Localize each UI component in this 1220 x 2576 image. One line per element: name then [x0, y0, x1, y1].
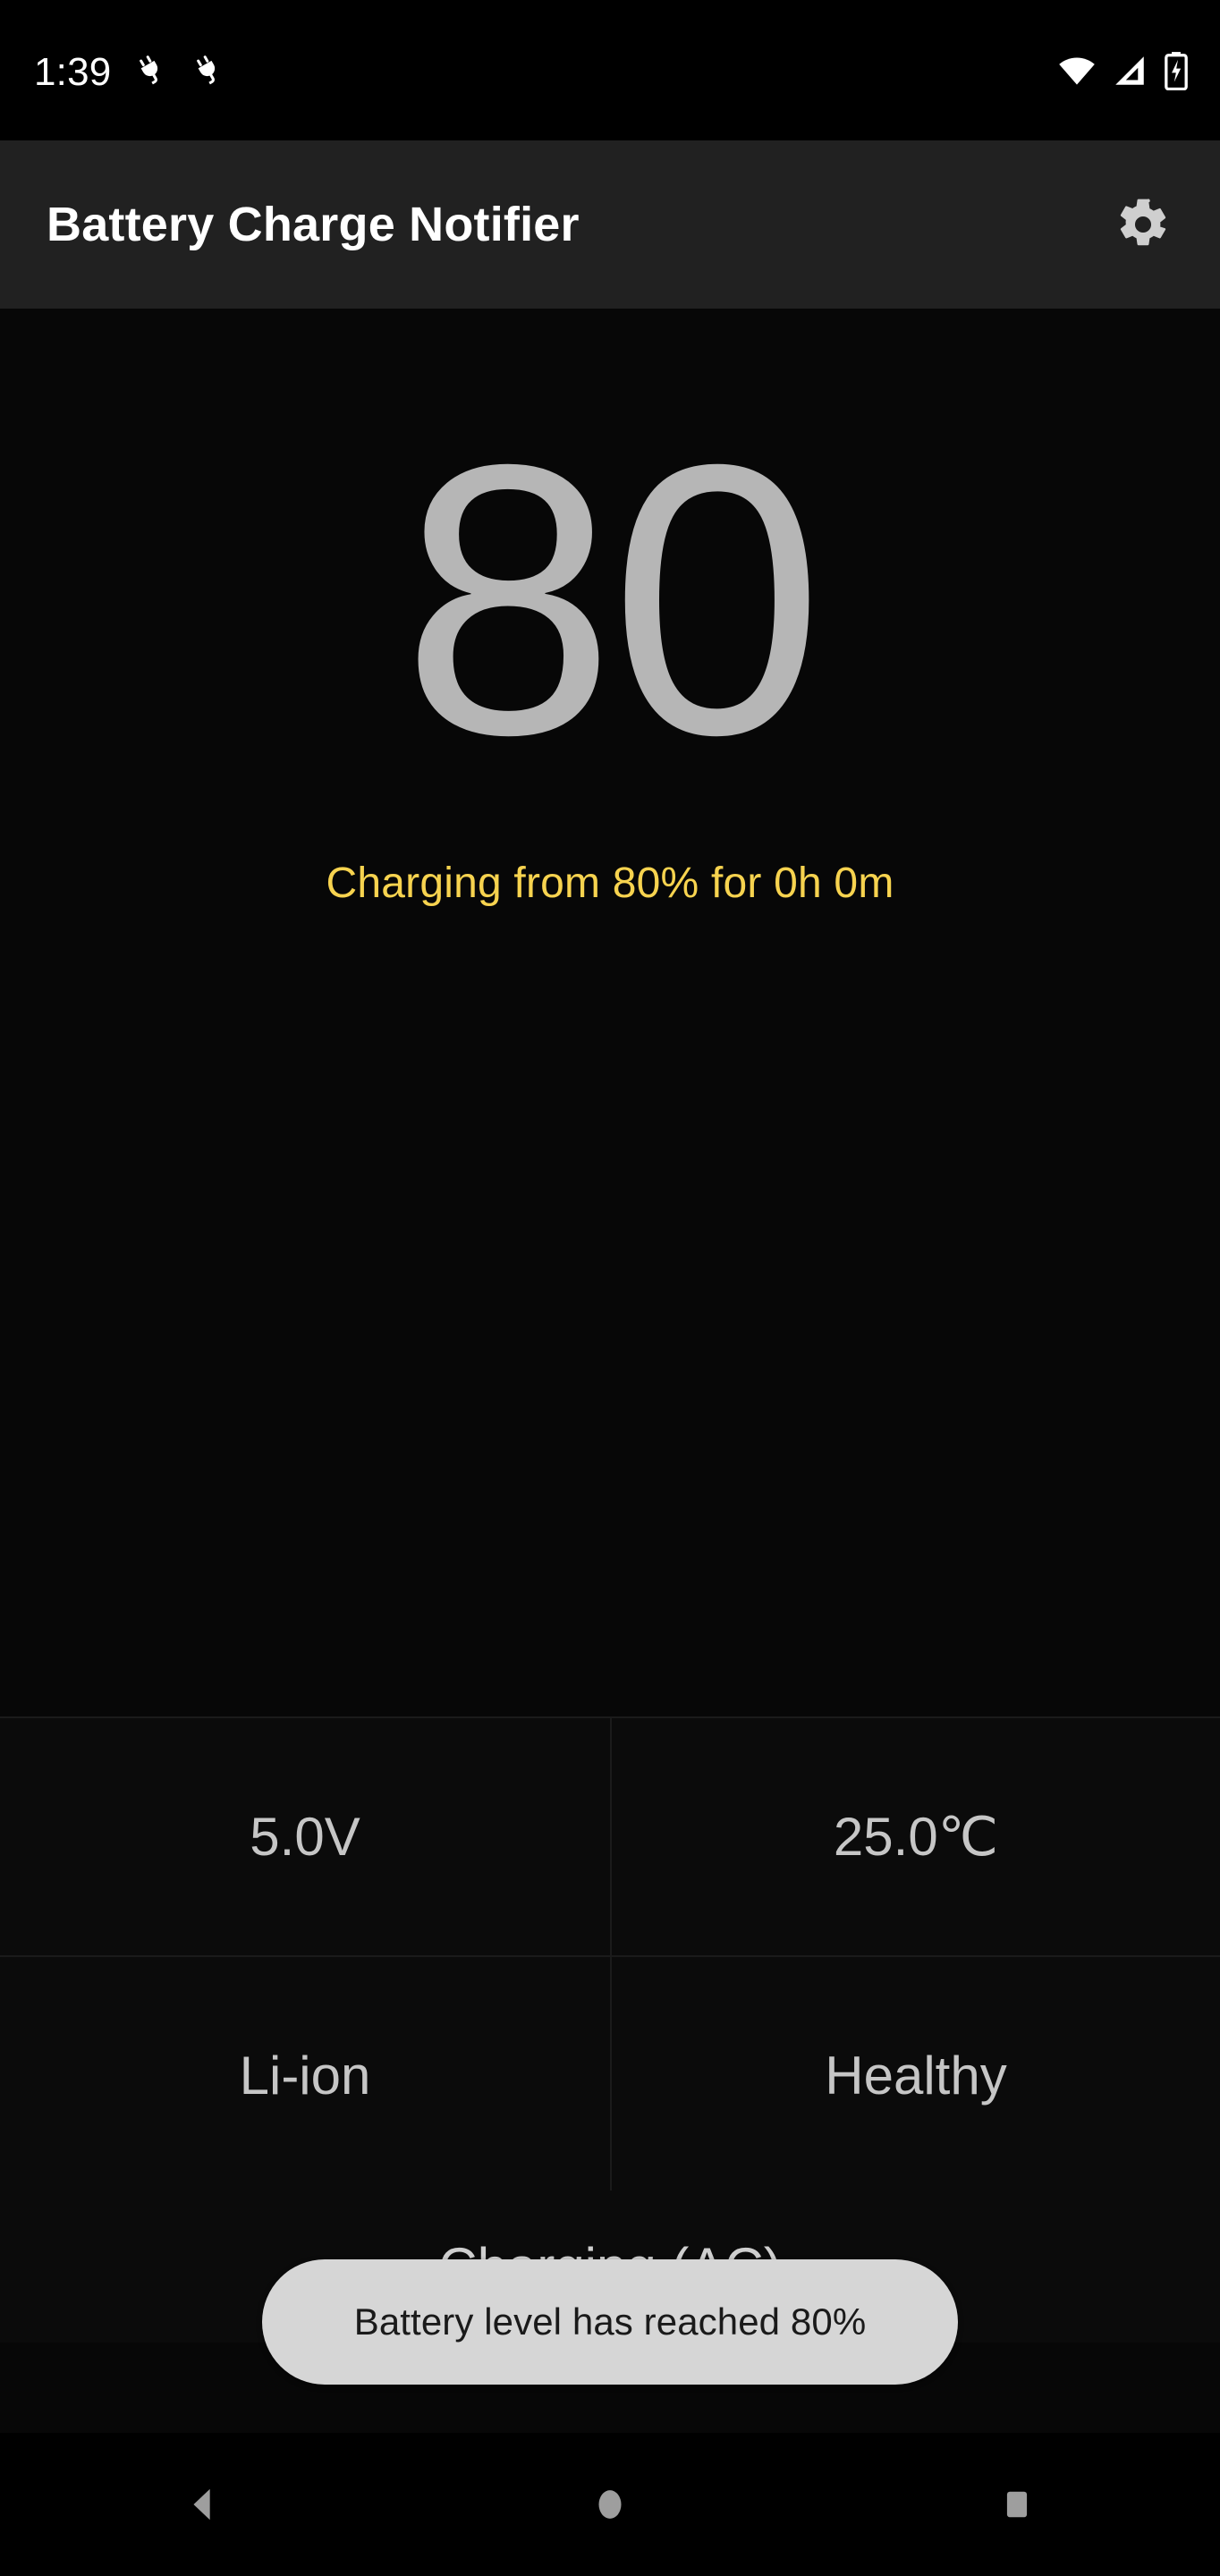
- nav-back-button[interactable]: [136, 2433, 270, 2576]
- battery-level-block: 80 Charging from 80% for 0h 0m: [0, 309, 1220, 908]
- toast-notification: Battery level has reached 80%: [262, 2259, 958, 2385]
- status-bar-clock: 1:39: [34, 49, 112, 94]
- info-cell-technology: Li-ion: [0, 1957, 610, 2194]
- battery-charging-icon: [1165, 51, 1188, 90]
- battery-info-grid: 5.0V 25.0℃ Li-ion Healthy: [0, 1716, 1220, 2196]
- table-row: Li-ion Healthy: [0, 1955, 1220, 2194]
- gear-icon: [1120, 199, 1166, 246]
- cell-signal-icon: [1115, 55, 1144, 85]
- settings-button[interactable]: [1102, 183, 1184, 266]
- status-bar-right: [1057, 51, 1190, 90]
- nav-recents-button[interactable]: [950, 2433, 1084, 2576]
- nav-home-button[interactable]: [543, 2433, 677, 2576]
- status-bar: 1:39: [0, 0, 1220, 140]
- info-cell-voltage: 5.0V: [0, 1718, 610, 1955]
- recents-icon: [1006, 2491, 1027, 2518]
- power-plug-icon: [140, 55, 158, 84]
- navigation-bar: [0, 2433, 1220, 2576]
- main-content: 80 Charging from 80% for 0h 0m 5.0V 25.0…: [0, 309, 1220, 2433]
- back-icon: [193, 2488, 210, 2521]
- page-title: Battery Charge Notifier: [47, 198, 580, 251]
- info-cell-health: Healthy: [610, 1957, 1220, 2194]
- status-bar-left: 1:39: [34, 49, 225, 94]
- table-row: 5.0V 25.0℃: [0, 1718, 1220, 1955]
- info-cell-temperature: 25.0℃: [610, 1718, 1220, 1955]
- toast-message: Battery level has reached 80%: [353, 2301, 867, 2343]
- charging-status-text: Charging from 80% for 0h 0m: [326, 859, 894, 907]
- power-plug-icon: [197, 55, 216, 84]
- phone-screen: 1:39 Battery Charge Notifier 80 Charging…: [0, 0, 1220, 2576]
- app-bar: Battery Charge Notifier: [0, 140, 1220, 309]
- battery-level-value: 80: [401, 386, 824, 815]
- wifi-icon: [1059, 57, 1095, 85]
- home-icon: [598, 2490, 622, 2519]
